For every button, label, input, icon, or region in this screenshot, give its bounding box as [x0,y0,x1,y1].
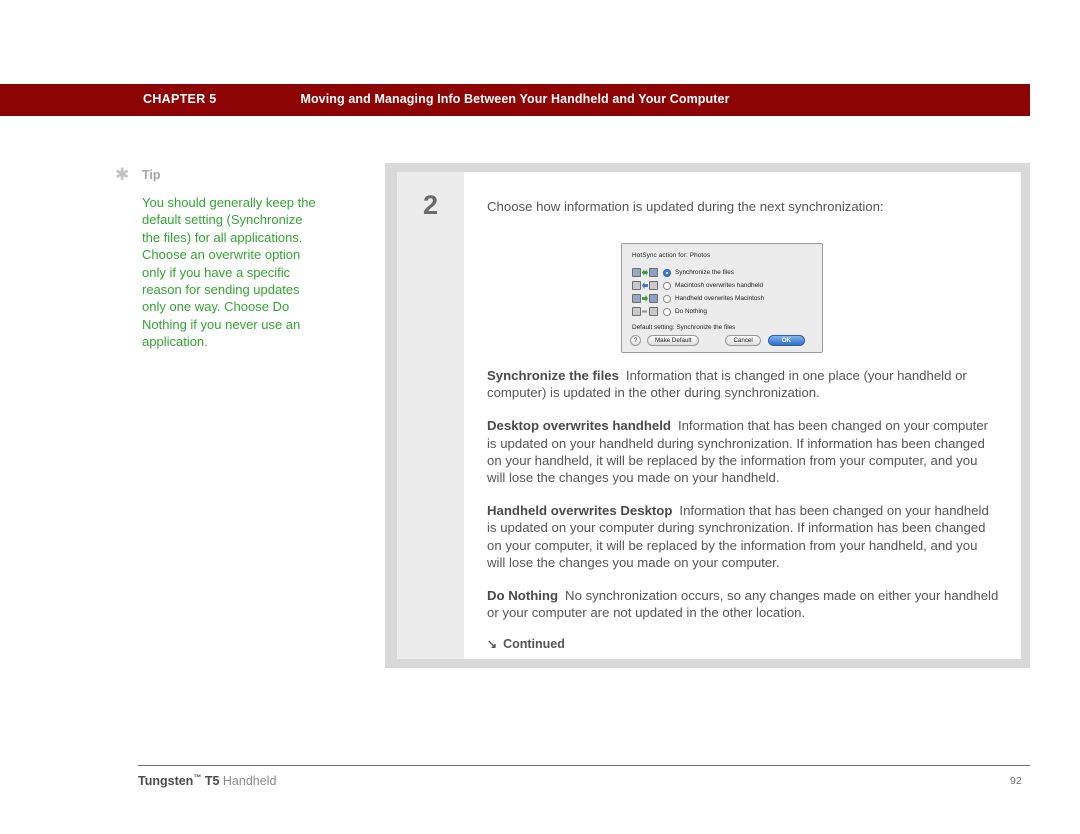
radio-synchronize[interactable] [663,268,671,277]
sync-right-to-left-icon [632,293,658,304]
step-panel: 2 Choose how information is updated duri… [385,163,1030,668]
cancel-button[interactable]: Cancel [725,335,761,346]
dialog-option-do-nothing[interactable]: Do Nothing [632,305,814,318]
footer-model: T5 [204,774,220,789]
definition-item: Handheld overwrites Desktop Information t… [487,502,999,571]
dialog-default-setting: Default setting: Synchronize the files [632,324,736,331]
hotsync-dialog-screenshot: HotSync action for: Photos Synchronize t… [621,243,823,353]
step-number-column: 2 [397,172,464,659]
dialog-option-synchronize[interactable]: Synchronize the files [632,266,814,279]
step-number: 2 [422,190,439,220]
trademark-icon: ™ [193,773,202,782]
step-intro-text: Choose how information is updated during… [487,199,884,214]
definition-term: Synchronize the files [487,368,619,383]
dialog-option-handheld-overwrites[interactable]: Handheld overwrites Macintosh [632,292,814,305]
tip-title: Tip [142,168,161,182]
definition-term: Do Nothing [487,588,559,604]
dialog-option-label: Do Nothing [675,308,707,315]
definition-list: Synchronize the files Information that is… [487,367,999,651]
make-default-button[interactable]: Make Default [647,335,700,346]
footer-divider [138,765,1030,766]
chapter-label: CHAPTER 5 [143,92,217,106]
arrow-down-right-icon: ↘ [487,637,498,652]
radio-mac-overwrites[interactable] [663,281,671,290]
dialog-title: HotSync action for: Photos [632,252,711,259]
step-content: Choose how information is updated during… [464,172,1021,659]
help-button[interactable]: ? [630,335,641,346]
definition-item: Desktop overwrites handheld Information t… [487,417,999,486]
radio-handheld-overwrites[interactable] [663,294,671,303]
definition-term: Handheld overwrites Desktop [487,503,673,519]
dialog-option-label: Handheld overwrites Macintosh [675,295,765,302]
radio-do-nothing[interactable] [663,307,671,316]
ok-button[interactable]: OK [767,335,806,346]
sync-both-icon [632,267,658,278]
footer-product-name: Tungsten™ T5 Handheld [138,773,276,788]
definition-term: Desktop overwrites handheld [487,418,671,434]
footer-brand: Tungsten [138,774,194,789]
page-number: 92 [1010,775,1022,787]
dialog-button-row: ? Make Default Cancel OK [630,335,814,346]
definition-item: Synchronize the files Information that is… [487,367,999,401]
continued-marker: ↘ Continued [487,637,999,651]
dialog-option-label: Synchronize the files [675,269,734,276]
tip-block: ✱ Tip You should generally keep the defa… [115,165,320,351]
tip-body-text: You should generally keep the default se… [142,195,316,350]
sync-left-to-right-icon [632,280,658,291]
tip-heading: ✱ Tip [115,165,320,186]
definition-text: No synchronization occurs, so any change… [487,588,999,621]
dialog-option-mac-overwrites[interactable]: Macintosh overwrites handheld [632,279,814,292]
dialog-option-label: Macintosh overwrites handheld [675,282,764,289]
footer-product: Handheld [222,774,277,789]
continued-label: Continued [503,637,565,652]
asterisk-icon: ✱ [115,165,130,184]
sync-none-icon [632,306,658,317]
definition-item: Do Nothing No synchronization occurs, so … [487,587,999,621]
step-inner-card: 2 Choose how information is updated duri… [397,172,1021,659]
chapter-header-bar: Moving and Managing Info Between Your Ha… [0,84,1030,116]
